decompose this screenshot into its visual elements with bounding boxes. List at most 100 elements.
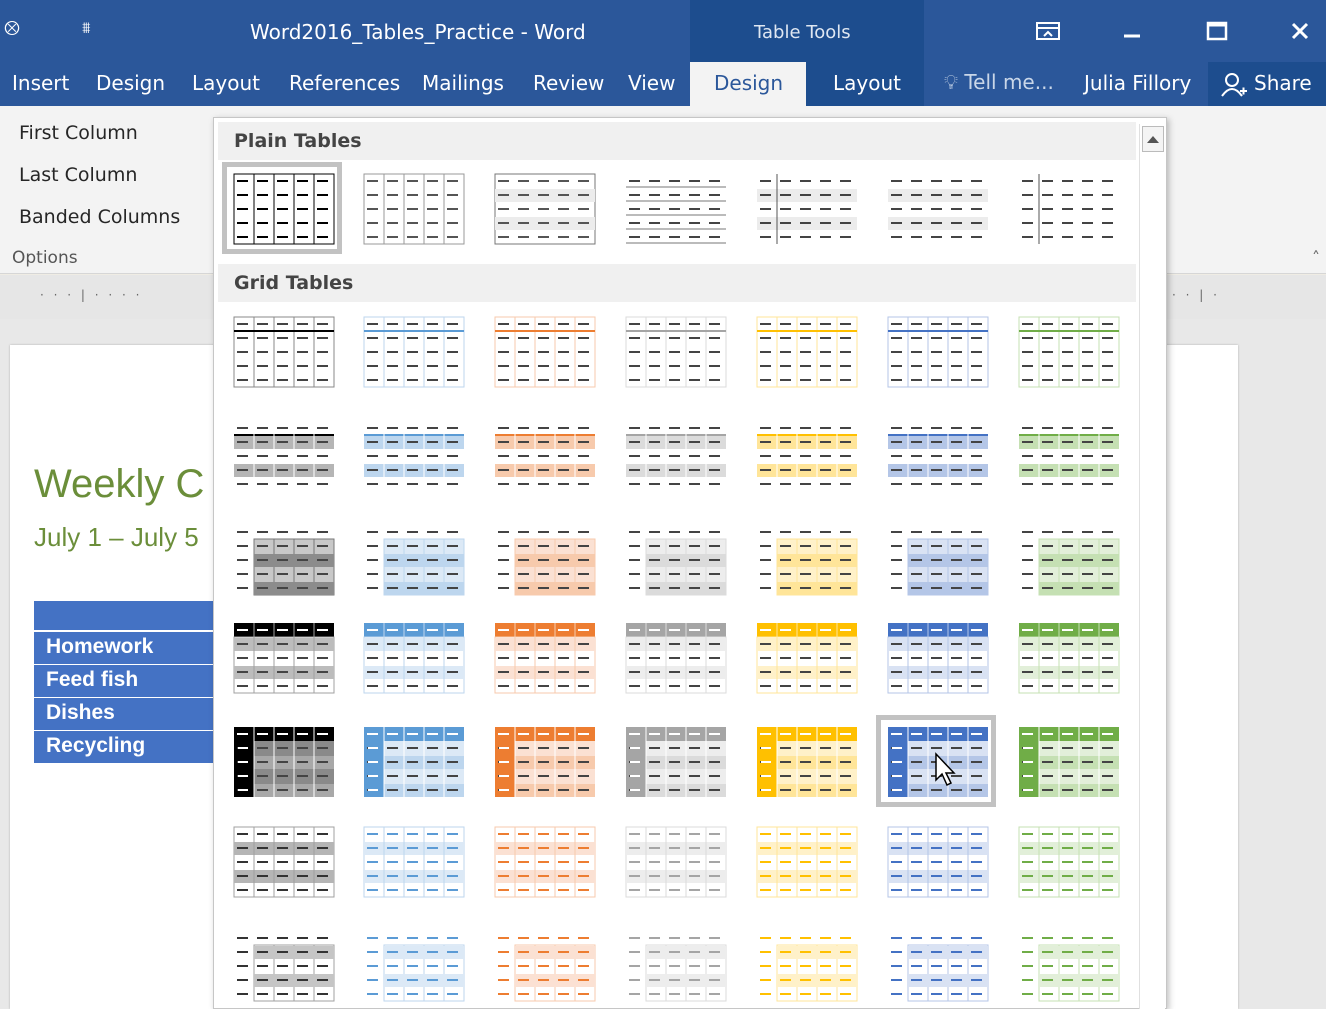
table-style-swatch[interactable] <box>614 305 734 397</box>
table-style-swatch[interactable] <box>1007 409 1127 501</box>
table-style-swatch[interactable] <box>483 162 603 254</box>
tab-table-layout[interactable]: Layout <box>833 71 901 95</box>
document-subheading: July 1 – July 5 <box>34 522 199 552</box>
customize-qat-icon[interactable]: ⩩ <box>82 18 91 38</box>
table-header-row[interactable] <box>34 601 214 632</box>
table-style-swatch[interactable] <box>352 162 472 254</box>
document-table[interactable]: Homework Feed fish Dishes Recycling <box>34 601 214 764</box>
table-style-swatch[interactable] <box>876 409 996 501</box>
table-row[interactable]: Homework <box>34 632 214 665</box>
last-column-checkbox[interactable]: Last Column <box>19 164 137 186</box>
table-style-swatch[interactable] <box>222 305 342 397</box>
table-style-swatch[interactable] <box>222 715 342 807</box>
table-style-swatch[interactable] <box>352 715 472 807</box>
table-style-swatch[interactable] <box>745 513 865 605</box>
table-style-preview <box>237 531 335 596</box>
table-style-swatch[interactable] <box>614 409 734 501</box>
table-style-swatch[interactable] <box>483 611 603 703</box>
first-column-checkbox[interactable]: First Column <box>19 122 138 144</box>
table-style-swatch[interactable] <box>876 513 996 605</box>
table-style-swatch[interactable] <box>614 815 734 907</box>
table-style-swatch[interactable] <box>483 919 603 1009</box>
table-row[interactable]: Feed fish <box>34 665 214 698</box>
table-style-preview <box>364 727 464 797</box>
table-style-swatch[interactable] <box>222 919 342 1009</box>
table-style-swatch[interactable] <box>352 919 472 1009</box>
table-style-swatch[interactable] <box>483 815 603 907</box>
table-style-swatch[interactable] <box>745 409 865 501</box>
table-style-swatch[interactable] <box>1007 162 1127 254</box>
tab-table-design[interactable]: Design <box>690 62 806 106</box>
table-style-preview <box>233 826 335 898</box>
table-style-preview <box>629 531 727 596</box>
table-style-swatch[interactable] <box>614 162 734 254</box>
table-style-swatch[interactable] <box>745 162 865 254</box>
gallery-scrollbar[interactable] <box>1139 124 1165 1009</box>
table-style-swatch[interactable] <box>614 611 734 703</box>
table-style-preview <box>367 531 465 596</box>
table-style-swatch[interactable] <box>222 409 342 501</box>
ribbon-display-options-icon[interactable] <box>1030 14 1066 50</box>
table-style-swatch[interactable] <box>1007 715 1127 807</box>
table-style-preview <box>363 826 465 898</box>
table-style-swatch[interactable] <box>745 815 865 907</box>
table-style-swatch[interactable] <box>614 715 734 807</box>
table-style-swatch[interactable] <box>1007 919 1127 1009</box>
tell-me-box[interactable]: 💡︎ Tell me... <box>944 70 1054 94</box>
table-style-swatch[interactable] <box>483 715 603 807</box>
table-style-swatch[interactable] <box>352 409 472 501</box>
table-style-swatch[interactable] <box>352 513 472 605</box>
save-icon[interactable]: ⮾ <box>4 16 20 40</box>
table-style-swatch[interactable] <box>352 815 472 907</box>
table-style-swatch[interactable] <box>745 715 865 807</box>
table-style-swatch[interactable] <box>876 611 996 703</box>
table-style-swatch[interactable] <box>876 919 996 1009</box>
table-styles-gallery[interactable]: Plain Tables Grid Tables <box>213 117 1167 1009</box>
table-style-swatch[interactable] <box>614 919 734 1009</box>
table-style-swatch[interactable] <box>876 305 996 397</box>
table-style-swatch[interactable] <box>1007 305 1127 397</box>
tab-mailings[interactable]: Mailings <box>422 71 504 95</box>
table-row[interactable]: Dishes <box>34 698 214 731</box>
collapse-ribbon-icon[interactable]: ˄ <box>1312 248 1320 267</box>
table-style-swatch[interactable] <box>222 815 342 907</box>
table-style-preview <box>626 421 726 491</box>
table-row[interactable]: Recycling <box>34 731 214 764</box>
tab-view[interactable]: View <box>628 71 675 95</box>
table-style-swatch[interactable] <box>745 611 865 703</box>
maximize-icon[interactable] <box>1198 14 1234 50</box>
table-style-swatch[interactable] <box>1007 815 1127 907</box>
table-style-swatch[interactable] <box>876 162 996 254</box>
table-style-preview <box>757 174 857 244</box>
table-style-preview <box>1019 421 1119 491</box>
table-style-swatch[interactable] <box>745 305 865 397</box>
share-button[interactable]: Share <box>1208 62 1326 106</box>
tab-references[interactable]: References <box>289 71 400 95</box>
tab-design[interactable]: Design <box>96 71 165 95</box>
table-style-swatch[interactable] <box>483 513 603 605</box>
tab-layout[interactable]: Layout <box>192 71 260 95</box>
table-style-swatch[interactable] <box>745 919 865 1009</box>
table-style-swatch[interactable] <box>222 162 342 254</box>
table-style-swatch[interactable] <box>222 611 342 703</box>
user-name[interactable]: Julia Fillory <box>1084 71 1191 95</box>
table-style-swatch[interactable] <box>876 815 996 907</box>
lightbulb-icon: 💡︎ <box>944 70 958 94</box>
table-style-swatch[interactable] <box>614 513 734 605</box>
minimize-icon[interactable] <box>1114 14 1150 50</box>
close-icon[interactable] <box>1282 14 1318 50</box>
table-style-preview <box>363 623 465 694</box>
table-style-swatch[interactable] <box>1007 611 1127 703</box>
table-style-swatch[interactable] <box>483 409 603 501</box>
document-heading: Weekly C <box>34 462 205 506</box>
table-style-swatch[interactable] <box>352 305 472 397</box>
table-style-swatch[interactable] <box>1007 513 1127 605</box>
tab-insert[interactable]: Insert <box>12 71 69 95</box>
table-style-swatch[interactable] <box>222 513 342 605</box>
banded-columns-checkbox[interactable]: Banded Columns <box>19 206 180 228</box>
table-style-swatch[interactable] <box>483 305 603 397</box>
scroll-up-button[interactable] <box>1142 126 1164 152</box>
tab-review[interactable]: Review <box>533 71 604 95</box>
table-style-swatch[interactable] <box>352 611 472 703</box>
window-title: Word2016_Tables_Practice - Word <box>250 20 586 44</box>
